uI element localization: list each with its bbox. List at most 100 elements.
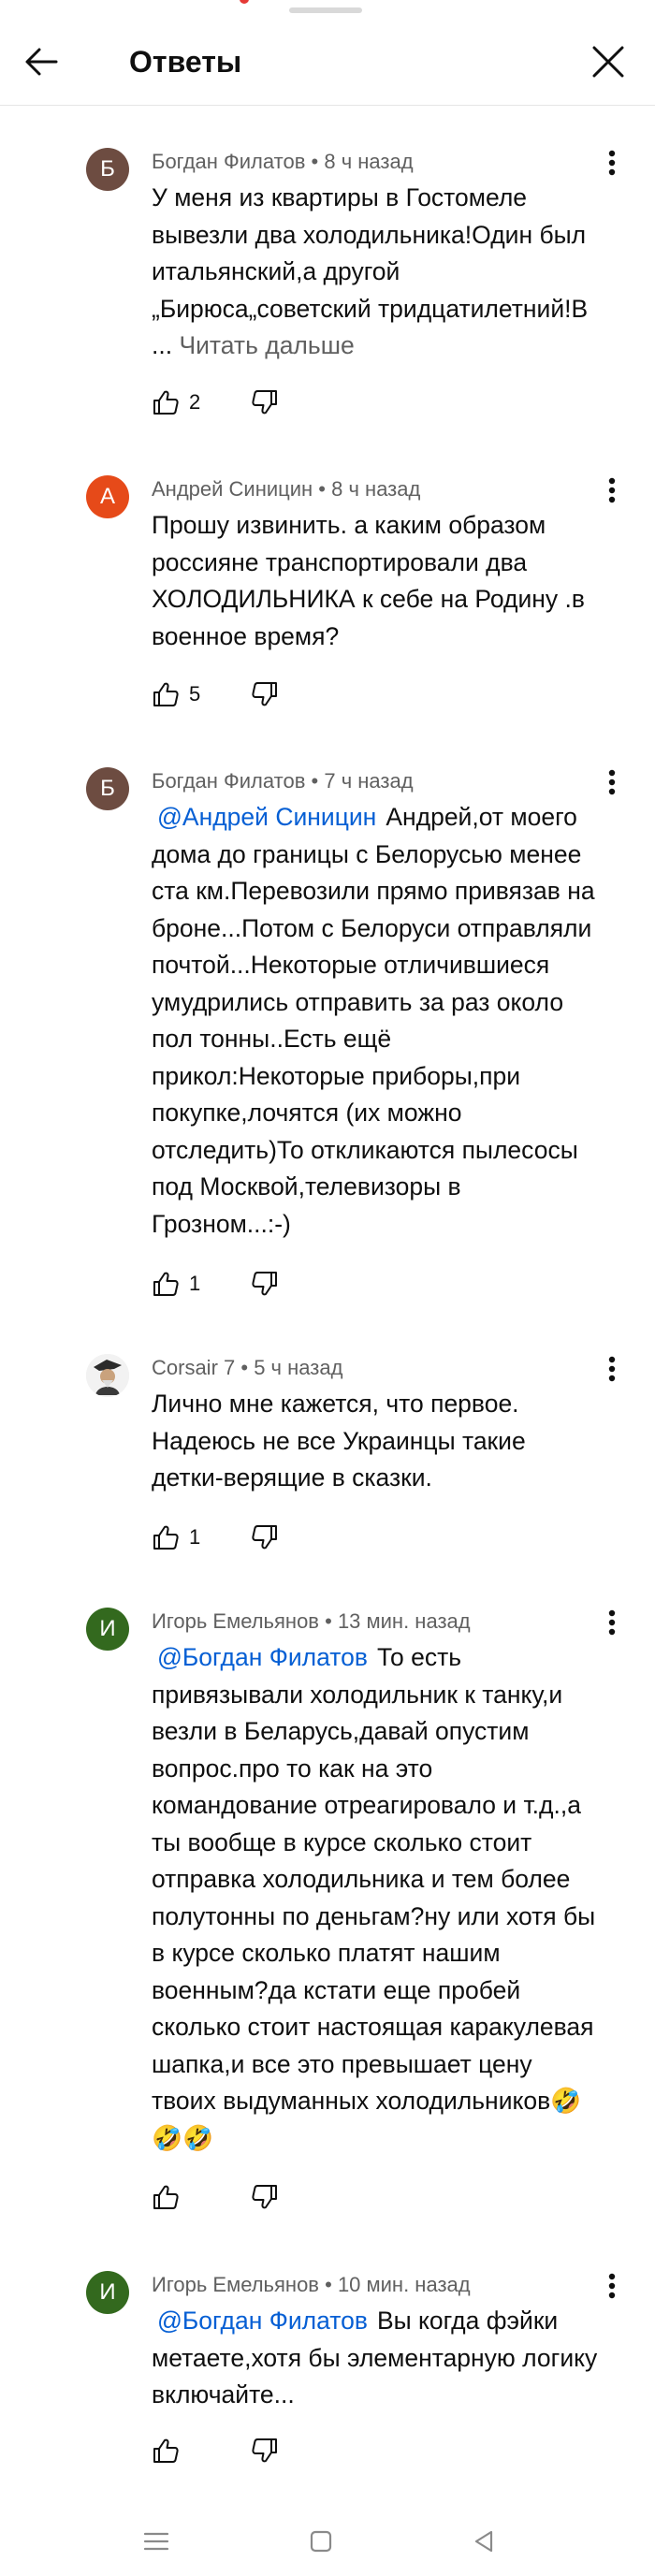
avatar[interactable]: Б xyxy=(86,148,129,191)
like-button[interactable] xyxy=(152,1519,180,1556)
comment-body: Лично мне кажется, что первое. Надеюсь н… xyxy=(152,1390,526,1492)
more-vert-icon xyxy=(608,1609,616,1636)
menu-icon xyxy=(143,2532,169,2551)
avatar-letter: Б xyxy=(100,156,115,182)
comment-body: То есть привязывали холодильник к танку,… xyxy=(152,1643,596,2152)
more-vert-icon xyxy=(608,1356,616,1382)
replies-header: Ответы xyxy=(0,19,655,106)
comment-meta: Игорь Емельянов • 10 мин. назад xyxy=(152,2273,471,2296)
read-more-link[interactable]: Читать дальше xyxy=(179,331,354,359)
comment-time: 10 мин. назад xyxy=(337,2273,471,2296)
comment-more-button[interactable] xyxy=(595,2267,629,2305)
like-button[interactable] xyxy=(152,2178,180,2216)
comment-text: У меня из квартиры в Гостомеле вывезли д… xyxy=(152,180,601,365)
page-title: Ответы xyxy=(129,45,242,79)
back-button[interactable] xyxy=(15,36,67,88)
like-count: 2 xyxy=(189,390,201,414)
comment-time: 13 мин. назад xyxy=(337,1609,471,1633)
system-back-button[interactable] xyxy=(460,2523,507,2560)
dislike-button[interactable] xyxy=(251,384,288,421)
like-button[interactable] xyxy=(152,384,180,421)
dislike-button[interactable] xyxy=(251,1265,288,1303)
comment-more-button[interactable] xyxy=(595,764,629,801)
thumb-down-icon xyxy=(252,2185,277,2209)
close-button[interactable] xyxy=(582,36,634,88)
more-vert-icon xyxy=(608,477,616,503)
avatar[interactable]: И xyxy=(86,1608,129,1651)
thumb-down-icon xyxy=(252,1272,277,1296)
avatar-image xyxy=(86,1354,129,1397)
comment-more-button[interactable] xyxy=(595,1604,629,1641)
comment-text: @Андрей Синицин Андрей,от моего дома до г… xyxy=(152,799,601,1243)
mention-link[interactable]: @Андрей Синицин xyxy=(152,803,376,831)
more-vert-icon xyxy=(608,2273,616,2299)
mention-link[interactable]: @Богдан Филатов xyxy=(152,2307,368,2335)
home-button[interactable] xyxy=(298,2523,344,2560)
avatar[interactable] xyxy=(86,1354,129,1397)
comment-actions xyxy=(152,2178,432,2216)
comment-meta: Богдан Филатов • 8 ч назад xyxy=(152,150,414,173)
thumb-up-icon xyxy=(153,2185,179,2209)
comment-meta: Игорь Емельянов • 13 мин. назад xyxy=(152,1609,471,1633)
comment-author[interactable]: Corsair 7 xyxy=(152,1356,235,1379)
thumb-up-icon xyxy=(153,390,179,415)
home-square-icon xyxy=(310,2530,332,2553)
comment-time: 8 ч назад xyxy=(324,150,414,173)
comment-more-button[interactable] xyxy=(595,144,629,182)
comment-more-button[interactable] xyxy=(595,472,629,509)
avatar[interactable]: А xyxy=(86,475,129,518)
notification-dot xyxy=(240,0,249,4)
like-count: 1 xyxy=(189,1525,201,1549)
comment-author[interactable]: Игорь Емельянов xyxy=(152,1609,319,1633)
comment-actions: 5 xyxy=(152,676,432,713)
comment-actions: 1 xyxy=(152,1265,432,1303)
like-button[interactable] xyxy=(152,676,180,713)
like-count: 1 xyxy=(189,1272,201,1295)
avatar[interactable]: Б xyxy=(86,767,129,810)
like-button[interactable] xyxy=(152,2432,180,2469)
thumb-up-icon xyxy=(153,1525,179,1550)
comment-text: @Богдан Филатов То есть привязывали холод… xyxy=(152,1639,601,2157)
comment-text: Лично мне кажется, что первое. Надеюсь н… xyxy=(152,1386,601,1497)
comment-author[interactable]: Игорь Емельянов xyxy=(152,2273,319,2296)
status-bar xyxy=(0,0,655,19)
sheet-drag-handle[interactable] xyxy=(289,7,362,13)
comment-actions xyxy=(152,2432,432,2469)
comment-actions: 2 xyxy=(152,384,432,421)
comment-text: Прошу извинить. а каким образом россияне… xyxy=(152,507,601,655)
thumb-up-icon xyxy=(153,682,179,706)
avatar[interactable]: И xyxy=(86,2271,129,2314)
mention-link[interactable]: @Богдан Филатов xyxy=(152,1643,368,1671)
triangle-back-icon xyxy=(474,2530,493,2553)
comment-text: @Богдан Филатов Вы когда фэйки метаете,хо… xyxy=(152,2303,601,2414)
system-navigation-bar xyxy=(0,2508,655,2576)
dislike-button[interactable] xyxy=(251,2432,288,2469)
comment-body: Прошу извинить. а каким образом россияне… xyxy=(152,511,585,650)
comment-meta: Богдан Филатов • 7 ч назад xyxy=(152,769,414,793)
comment-time: 8 ч назад xyxy=(331,477,421,501)
comment-meta: Corsair 7 • 5 ч назад xyxy=(152,1356,343,1379)
more-vert-icon xyxy=(608,769,616,795)
avatar-letter: И xyxy=(99,1616,116,1641)
avatar-letter: Б xyxy=(100,776,115,801)
comment-time: 7 ч назад xyxy=(324,769,414,793)
comment-author[interactable]: Богдан Филатов xyxy=(152,769,305,793)
arrow-left-icon xyxy=(25,48,58,76)
comment-time: 5 ч назад xyxy=(254,1356,343,1379)
dislike-button[interactable] xyxy=(251,1519,288,1556)
dislike-button[interactable] xyxy=(251,2178,288,2216)
recent-apps-button[interactable] xyxy=(133,2523,180,2560)
like-button[interactable] xyxy=(152,1265,180,1303)
avatar-letter: А xyxy=(99,484,115,509)
comment-author[interactable]: Андрей Синицин xyxy=(152,477,313,501)
thumb-down-icon xyxy=(252,1525,277,1550)
dislike-button[interactable] xyxy=(251,676,288,713)
more-vert-icon xyxy=(608,150,616,176)
thumb-down-icon xyxy=(252,2438,277,2463)
comment-more-button[interactable] xyxy=(595,1350,629,1388)
close-icon xyxy=(592,46,624,78)
thumb-up-icon xyxy=(153,2438,179,2463)
comment-author[interactable]: Богдан Филатов xyxy=(152,150,305,173)
thumb-down-icon xyxy=(252,682,277,706)
thumb-down-icon xyxy=(252,390,277,415)
